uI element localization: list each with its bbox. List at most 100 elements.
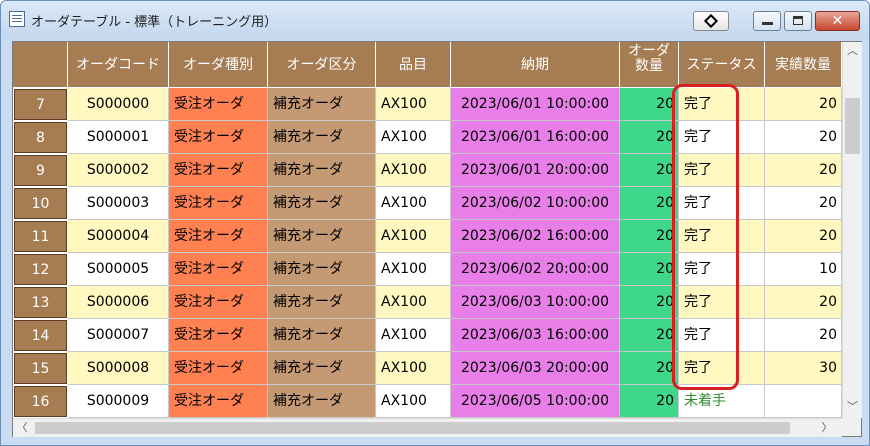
order-qty-cell[interactable]: 20: [620, 121, 679, 154]
order-qty-cell[interactable]: 20: [620, 220, 679, 253]
order-type-cell[interactable]: 受注オーダ: [169, 385, 268, 418]
status-cell[interactable]: 完了: [679, 220, 765, 253]
order-code-cell[interactable]: S000002: [68, 154, 169, 187]
order-type-cell[interactable]: 受注オーダ: [169, 253, 268, 286]
column-header[interactable]: オーダ 数量: [620, 42, 679, 88]
due-date-cell[interactable]: 2023/06/03 10:00:00: [451, 286, 620, 319]
actual-qty-cell[interactable]: 10: [765, 253, 842, 286]
actual-qty-cell[interactable]: 30: [765, 352, 842, 385]
order-qty-cell[interactable]: 20: [620, 88, 679, 121]
item-cell[interactable]: AX100: [376, 253, 451, 286]
table-row[interactable]: 7 S000000 受注オーダ 補充オーダ AX100 2023/06/01 10:00:…: [13, 88, 842, 121]
order-category-cell[interactable]: 補充オーダ: [268, 352, 376, 385]
row-number[interactable]: 7: [13, 88, 68, 121]
order-qty-cell[interactable]: 20: [620, 154, 679, 187]
row-number[interactable]: 12: [13, 253, 68, 286]
close-button[interactable]: ✕: [815, 11, 860, 31]
column-header[interactable]: 品目: [376, 42, 451, 88]
status-cell[interactable]: 完了: [679, 154, 765, 187]
table-row[interactable]: 16 S000009 受注オーダ 補充オーダ AX100 2023/06/05 10:00…: [13, 385, 842, 418]
item-cell[interactable]: AX100: [376, 220, 451, 253]
status-cell[interactable]: 完了: [679, 319, 765, 352]
vertical-scrollbar[interactable]: ︿ ﹀: [842, 42, 862, 418]
order-code-cell[interactable]: S000004: [68, 220, 169, 253]
row-number[interactable]: 13: [13, 286, 68, 319]
row-number[interactable]: 9: [13, 154, 68, 187]
order-qty-cell[interactable]: 20: [620, 385, 679, 418]
column-header[interactable]: オーダコード: [68, 42, 169, 88]
status-cell[interactable]: 完了: [679, 187, 765, 220]
due-date-cell[interactable]: 2023/06/03 20:00:00: [451, 352, 620, 385]
due-date-cell[interactable]: 2023/06/01 20:00:00: [451, 154, 620, 187]
order-code-cell[interactable]: S000006: [68, 286, 169, 319]
table-row[interactable]: 15 S000008 受注オーダ 補充オーダ AX100 2023/06/03 20:00…: [13, 352, 842, 385]
order-code-cell[interactable]: S000008: [68, 352, 169, 385]
row-number[interactable]: 8: [13, 121, 68, 154]
column-header[interactable]: 実績数量: [765, 42, 842, 88]
due-date-cell[interactable]: 2023/06/03 16:00:00: [451, 319, 620, 352]
scroll-right-icon[interactable]: 〉: [818, 419, 836, 437]
scroll-down-icon[interactable]: ﹀: [843, 398, 862, 416]
row-number[interactable]: 10: [13, 187, 68, 220]
actual-qty-cell[interactable]: [765, 385, 842, 418]
due-date-cell[interactable]: 2023/06/02 20:00:00: [451, 253, 620, 286]
status-cell[interactable]: 完了: [679, 121, 765, 154]
item-cell[interactable]: AX100: [376, 319, 451, 352]
actual-qty-cell[interactable]: 20: [765, 121, 842, 154]
table-row[interactable]: 8 S000001 受注オーダ 補充オーダ AX100 2023/06/01 16:00:…: [13, 121, 842, 154]
item-cell[interactable]: AX100: [376, 352, 451, 385]
column-header[interactable]: オーダ区分: [268, 42, 376, 88]
maximize-button[interactable]: [784, 11, 812, 31]
order-type-cell[interactable]: 受注オーダ: [169, 220, 268, 253]
order-type-cell[interactable]: 受注オーダ: [169, 352, 268, 385]
vertical-scroll-thumb[interactable]: [845, 98, 860, 154]
title-bar[interactable]: オーダテーブル - 標準（トレーニング用） ✕: [1, 1, 869, 39]
column-header[interactable]: 納期: [451, 42, 620, 88]
minimize-button[interactable]: [753, 11, 781, 31]
row-number[interactable]: 14: [13, 319, 68, 352]
table-row[interactable]: 10 S000003 受注オーダ 補充オーダ AX100 2023/06/02 10:00…: [13, 187, 842, 220]
order-category-cell[interactable]: 補充オーダ: [268, 385, 376, 418]
order-code-cell[interactable]: S000007: [68, 319, 169, 352]
table-row[interactable]: 11 S000004 受注オーダ 補充オーダ AX100 2023/06/02 16:00…: [13, 220, 842, 253]
table-row[interactable]: 12 S000005 受注オーダ 補充オーダ AX100 2023/06/02 20:00…: [13, 253, 842, 286]
due-date-cell[interactable]: 2023/06/02 10:00:00: [451, 187, 620, 220]
order-type-cell[interactable]: 受注オーダ: [169, 88, 268, 121]
row-number[interactable]: 11: [13, 220, 68, 253]
status-cell[interactable]: 完了: [679, 286, 765, 319]
order-category-cell[interactable]: 補充オーダ: [268, 220, 376, 253]
item-cell[interactable]: AX100: [376, 121, 451, 154]
actual-qty-cell[interactable]: 20: [765, 319, 842, 352]
diamond-button[interactable]: [693, 11, 729, 31]
order-category-cell[interactable]: 補充オーダ: [268, 88, 376, 121]
order-code-cell[interactable]: S000003: [68, 187, 169, 220]
order-category-cell[interactable]: 補充オーダ: [268, 121, 376, 154]
table-row[interactable]: 13 S000006 受注オーダ 補充オーダ AX100 2023/06/03 10:00…: [13, 286, 842, 319]
actual-qty-cell[interactable]: 20: [765, 187, 842, 220]
actual-qty-cell[interactable]: 20: [765, 220, 842, 253]
order-code-cell[interactable]: S000009: [68, 385, 169, 418]
order-grid[interactable]: オーダコード オーダ種別 オーダ区分 品目 納期 オーダ 数量 ステータス 実績数量 7 S000…: [12, 41, 862, 437]
order-code-cell[interactable]: S000005: [68, 253, 169, 286]
actual-qty-cell[interactable]: 20: [765, 88, 842, 121]
status-cell[interactable]: 完了: [679, 352, 765, 385]
order-qty-cell[interactable]: 20: [620, 286, 679, 319]
order-qty-cell[interactable]: 20: [620, 253, 679, 286]
due-date-cell[interactable]: 2023/06/05 10:00:00: [451, 385, 620, 418]
item-cell[interactable]: AX100: [376, 286, 451, 319]
actual-qty-cell[interactable]: 20: [765, 286, 842, 319]
order-qty-cell[interactable]: 20: [620, 352, 679, 385]
horizontal-scroll-thumb[interactable]: [35, 422, 790, 434]
item-cell[interactable]: AX100: [376, 187, 451, 220]
order-type-cell[interactable]: 受注オーダ: [169, 121, 268, 154]
status-cell[interactable]: 完了: [679, 253, 765, 286]
row-number[interactable]: 15: [13, 352, 68, 385]
item-cell[interactable]: AX100: [376, 88, 451, 121]
order-qty-cell[interactable]: 20: [620, 187, 679, 220]
order-type-cell[interactable]: 受注オーダ: [169, 319, 268, 352]
order-category-cell[interactable]: 補充オーダ: [268, 154, 376, 187]
status-cell[interactable]: 未着手: [679, 385, 765, 418]
due-date-cell[interactable]: 2023/06/01 10:00:00: [451, 88, 620, 121]
actual-qty-cell[interactable]: 20: [765, 154, 842, 187]
status-cell[interactable]: 完了: [679, 88, 765, 121]
